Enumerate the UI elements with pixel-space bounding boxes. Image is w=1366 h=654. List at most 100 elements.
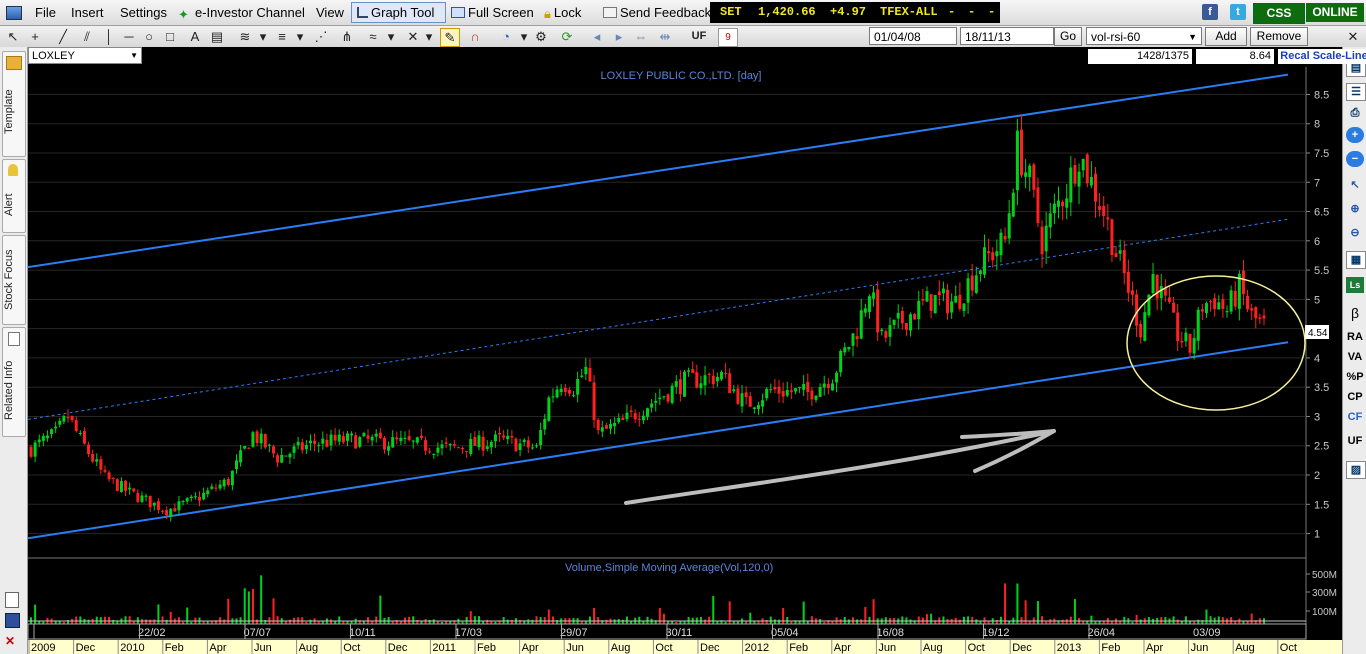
compare-dropdown-icon[interactable]: ▾ <box>515 28 533 45</box>
cf-button[interactable]: CF <box>1346 409 1364 425</box>
vertical-line-tool-icon[interactable]: │ <box>100 28 118 45</box>
text-tool-icon[interactable]: A <box>186 28 204 45</box>
menu-full-screen[interactable]: Full Screen <box>449 4 536 21</box>
date-from-field[interactable]: 01/04/08 <box>869 27 957 45</box>
volume-bar <box>112 619 115 624</box>
symbol-select[interactable]: LOXLEY ▼ <box>28 47 142 64</box>
va-button[interactable]: VA <box>1346 349 1364 365</box>
candle-body <box>777 386 781 394</box>
zoom-out-chart-icon[interactable]: − <box>1346 151 1364 167</box>
magnify-plus-icon[interactable]: ⊕ <box>1346 201 1364 217</box>
ra-button[interactable]: RA <box>1346 329 1364 345</box>
percent-p-button[interactable]: %P <box>1346 369 1364 385</box>
date-marker-label: 10/11 <box>349 627 376 639</box>
save-icon[interactable] <box>5 613 20 628</box>
facebook-icon[interactable]: f <box>1202 4 1218 20</box>
cp-button[interactable]: CP <box>1346 389 1364 405</box>
chart-settings-icon[interactable]: ▨ <box>1346 461 1366 479</box>
candle-body <box>526 440 530 448</box>
ls-icon[interactable]: Ls <box>1346 277 1364 293</box>
zoom-out-range-icon[interactable]: ⇔ <box>632 28 650 45</box>
tab-related-info[interactable]: Related Info <box>2 327 26 437</box>
menu-insert[interactable]: Insert <box>69 4 106 21</box>
price-chart[interactable]: LOXLEY PUBLIC CO.,LTD. [day] 1 1.5 2 2.5 3 3.… <box>28 67 1342 654</box>
indicator-select-value: vol-rsi-60 <box>1091 30 1141 44</box>
uf-button[interactable]: UF <box>1346 433 1364 449</box>
fibonacci-dropdown-icon[interactable]: ▾ <box>254 28 272 45</box>
go-button[interactable]: Go <box>1054 27 1082 46</box>
candle-body <box>818 387 822 397</box>
drawing-toolbar: ↖ + ╱ ⫽ │ ─ ○ □ A ▤ ≋ ▾ ≡ ▾ ⋰ ⋔ ≈ ▾ ✕ ▾ … <box>0 26 1366 48</box>
candle-body <box>1241 270 1245 295</box>
zoom-in-range-icon[interactable]: ⇹ <box>656 28 674 45</box>
menu-graph-tool[interactable]: Graph Tool <box>351 2 446 23</box>
menu-file[interactable]: File <box>33 4 58 21</box>
uf-toggle[interactable]: UF <box>688 28 710 45</box>
month-label: Feb <box>165 642 184 654</box>
menu-send-feedback[interactable]: Send Feedback <box>601 4 713 21</box>
compare-tool-icon[interactable]: ◔ <box>497 28 515 45</box>
fibonacci-tool-icon[interactable]: ≋ <box>236 28 254 45</box>
css-badge[interactable]: CSS <box>1253 3 1305 24</box>
tab-stock-focus[interactable]: Stock Focus <box>2 235 26 325</box>
candle-body <box>773 387 777 390</box>
wave-tool-icon[interactable]: ≈ <box>364 28 382 45</box>
candle-body <box>152 502 156 506</box>
circle-tool-icon[interactable]: ○ <box>140 28 158 45</box>
pencil-tool-icon[interactable]: ✎ <box>440 28 460 47</box>
add-button[interactable]: Add <box>1205 27 1247 46</box>
refresh-icon[interactable]: ⟳ <box>558 28 576 45</box>
calendar-icon[interactable]: 9 <box>718 28 738 47</box>
line-style-dropdown-icon[interactable]: ▾ <box>291 28 309 45</box>
candle-body <box>193 496 197 498</box>
cursor-mode-icon[interactable]: ↖ <box>1346 177 1364 193</box>
candle-body <box>1139 323 1143 338</box>
volume-bar <box>124 616 127 624</box>
recal-scale-line-button[interactable]: Recal Scale-Line <box>1278 49 1366 64</box>
date-to-field[interactable]: 18/11/13 <box>960 27 1054 45</box>
candle-body <box>259 433 263 444</box>
delete-dropdown-icon[interactable]: ▾ <box>420 28 438 45</box>
scroll-left-icon[interactable]: ◂ <box>588 28 606 45</box>
line-tool-icon[interactable]: ╱ <box>54 28 72 45</box>
menu-lock[interactable]: 🔒︎ Lock <box>542 4 583 21</box>
gann-fan-tool-icon[interactable]: ⋰ <box>312 28 330 45</box>
candle-body <box>958 294 962 309</box>
label-tool-icon[interactable]: ▤ <box>208 28 226 45</box>
close-panel-icon[interactable]: ✕ <box>1344 28 1362 45</box>
remove-button[interactable]: Remove <box>1250 27 1308 46</box>
magnify-minus-icon[interactable]: ⊖ <box>1346 225 1364 241</box>
menu-einvestor-channel[interactable]: e-Investor Channel <box>193 4 307 21</box>
twitter-icon[interactable]: t <box>1230 4 1246 20</box>
crosshair-tool-icon[interactable]: + <box>26 28 44 45</box>
rectangle-tool-icon[interactable]: □ <box>161 28 179 45</box>
beta-button[interactable]: β <box>1346 305 1364 321</box>
volume-bar <box>1123 616 1126 624</box>
print-icon[interactable]: ⎙ <box>1346 105 1364 121</box>
tab-template[interactable]: Template <box>2 51 26 157</box>
magnet-tool-icon[interactable]: ∩ <box>466 28 484 45</box>
horizontal-line-tool-icon[interactable]: ─ <box>120 28 138 45</box>
grid-view-icon[interactable]: ▦ <box>1346 251 1366 269</box>
delete-icon[interactable]: ✕ <box>5 635 17 647</box>
pitchfork-tool-icon[interactable]: ⋔ <box>338 28 356 45</box>
menu-view[interactable]: View <box>314 4 346 21</box>
candle-body <box>633 413 637 420</box>
zoom-in-chart-icon[interactable]: + <box>1346 127 1364 143</box>
scale-list-icon[interactable]: ☰ <box>1346 83 1366 101</box>
scroll-right-icon[interactable]: ▸ <box>610 28 628 45</box>
parallel-line-tool-icon[interactable]: ⫽ <box>78 28 96 45</box>
lock-label: Lock <box>553 5 582 20</box>
volume-bar <box>1069 616 1072 624</box>
month-label: Feb <box>789 642 808 654</box>
candle-body <box>280 454 284 463</box>
indicator-select[interactable]: vol-rsi-60 ▼ <box>1086 27 1202 45</box>
wave-dropdown-icon[interactable]: ▾ <box>382 28 400 45</box>
line-style-icon[interactable]: ≡ <box>273 28 291 45</box>
candle-body <box>1204 303 1208 313</box>
settings-gear-icon[interactable]: ⚙ <box>532 28 550 45</box>
menu-settings[interactable]: Settings <box>118 4 169 21</box>
pointer-tool-icon[interactable]: ↖ <box>4 28 22 45</box>
tab-alert[interactable]: Alert <box>2 159 26 233</box>
new-document-icon[interactable] <box>5 592 19 608</box>
